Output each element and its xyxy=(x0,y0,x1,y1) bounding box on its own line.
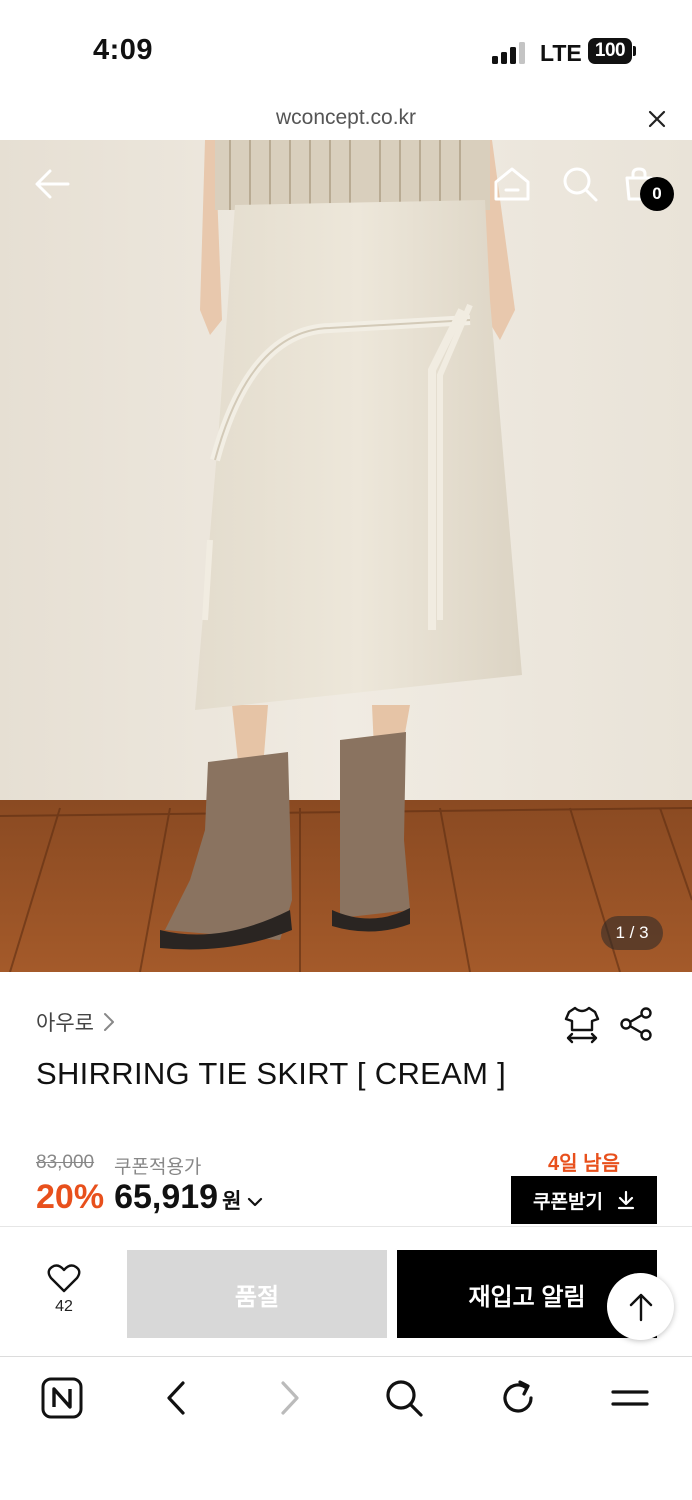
reload-icon xyxy=(503,1380,533,1413)
size-guide-icon[interactable] xyxy=(562,1004,602,1044)
browser-menu-button[interactable] xyxy=(608,1376,652,1420)
naver-icon xyxy=(41,1377,83,1419)
browser-back-button[interactable] xyxy=(154,1376,198,1420)
product-photo xyxy=(0,140,692,972)
browser-reload-button[interactable] xyxy=(496,1376,540,1420)
battery-icon: 100 xyxy=(588,38,632,64)
chevron-right-icon xyxy=(103,1013,114,1031)
coupon-button-label: 쿠폰받기 xyxy=(533,1191,603,1213)
search-icon xyxy=(386,1380,423,1417)
chevron-down-icon[interactable] xyxy=(247,1196,263,1208)
arrow-up-icon xyxy=(629,1293,652,1321)
scroll-to-top-button[interactable] xyxy=(607,1273,674,1340)
network-type: LTE xyxy=(540,40,582,66)
browser-search-button[interactable] xyxy=(382,1376,426,1420)
image-counter: 1 / 3 xyxy=(601,916,663,950)
battery-cap xyxy=(633,46,636,56)
status-time: 4:09 xyxy=(93,34,154,66)
heart-icon xyxy=(47,1264,81,1293)
discount-rate: 20% xyxy=(36,1178,105,1216)
soldout-button[interactable]: 품절 xyxy=(127,1250,387,1338)
coupon-download-button[interactable]: 쿠폰받기 xyxy=(511,1176,657,1224)
back-arrow-icon[interactable] xyxy=(34,168,72,200)
url-text[interactable]: wconcept.co.kr xyxy=(0,106,692,130)
coupon-price-label: 쿠폰적용가 xyxy=(114,1157,202,1178)
download-icon xyxy=(617,1190,635,1210)
signal-strength-icon xyxy=(492,40,528,64)
browser-forward-button[interactable] xyxy=(268,1376,312,1420)
search-icon[interactable] xyxy=(560,164,600,204)
brand-name[interactable]: 아우로 xyxy=(36,1007,94,1037)
price-row[interactable]: 20% 65,919 원 xyxy=(36,1178,263,1217)
home-icon[interactable] xyxy=(492,166,532,202)
wishlist-button[interactable]: 42 xyxy=(38,1264,90,1316)
product-title: SHIRRING TIE SKIRT [ CREAM ] xyxy=(36,1056,507,1091)
sale-price: 65,919 xyxy=(114,1178,219,1216)
cart-count-badge[interactable]: 0 xyxy=(640,177,674,211)
url-bar: wconcept.co.kr xyxy=(0,100,692,140)
back-icon xyxy=(167,1381,185,1415)
share-icon[interactable] xyxy=(618,1006,654,1042)
product-image[interactable] xyxy=(0,140,692,972)
wishlist-count: 42 xyxy=(55,1298,73,1315)
currency-label: 원 xyxy=(222,1190,242,1213)
browser-toolbar xyxy=(0,1356,692,1500)
original-price: 83,000 xyxy=(36,1152,95,1173)
menu-icon xyxy=(611,1390,649,1406)
status-bar: 4:09 LTE 100 xyxy=(0,0,692,100)
brand-link[interactable]: 아우로 xyxy=(36,1007,116,1037)
naver-home-button[interactable] xyxy=(40,1376,84,1420)
close-icon[interactable] xyxy=(644,106,670,132)
forward-icon xyxy=(281,1381,299,1415)
days-left-label: 4일 남음 xyxy=(548,1153,620,1175)
